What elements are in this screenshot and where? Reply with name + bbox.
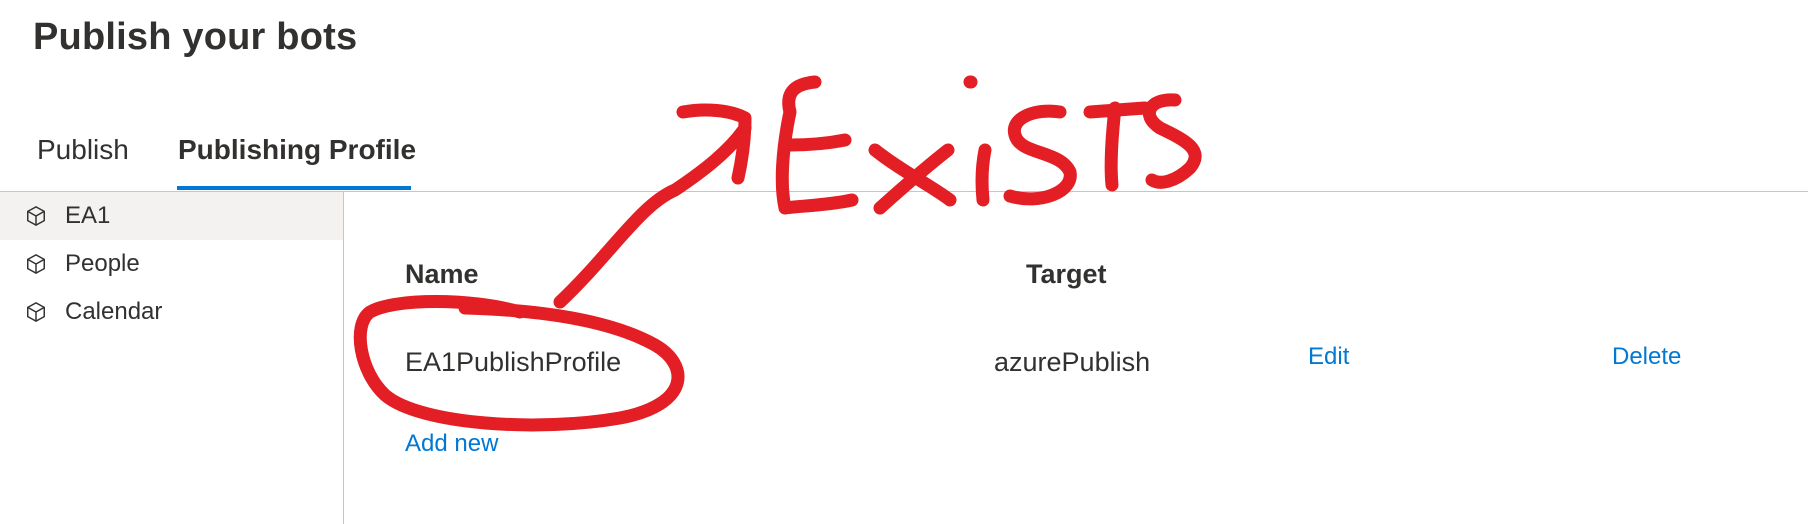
sidebar-item-calendar[interactable]: Calendar [0, 288, 343, 336]
profile-name-cell: EA1PublishProfile [405, 347, 622, 377]
tab-publish[interactable]: Publish [37, 120, 129, 190]
annotation-letter [963, 75, 992, 207]
annotation-letter [868, 143, 957, 215]
annotation-letter [1003, 104, 1077, 206]
sidebar: EA1 People Calendar [0, 192, 343, 524]
sidebar-item-label: EA1 [65, 202, 111, 229]
sidebar-item-people[interactable]: People [0, 240, 343, 288]
cube-icon [24, 300, 48, 324]
column-header-name: Name [405, 259, 479, 289]
annotation-letter [775, 75, 859, 215]
annotation-arrowhead [676, 103, 752, 185]
annotation-letter [1142, 93, 1202, 189]
edit-profile-link[interactable]: Edit [1308, 337, 1349, 377]
cube-icon [24, 252, 48, 276]
sidebar-item-label: Calendar [65, 298, 163, 325]
annotation-arrow [553, 121, 752, 309]
cube-icon [24, 204, 48, 228]
page-title: Publish your bots [33, 16, 358, 58]
sidebar-divider [343, 192, 344, 524]
add-new-profile-link[interactable]: Add new [405, 424, 498, 464]
delete-profile-link[interactable]: Delete [1612, 337, 1681, 377]
column-header-target: Target [1026, 259, 1107, 289]
annotation-letter [1083, 101, 1152, 192]
tab-selected-underline [177, 186, 411, 190]
sidebar-item-label: People [65, 250, 140, 277]
profile-target-cell: azurePublish [994, 347, 1151, 377]
tab-publishing-profile[interactable]: Publishing Profile [178, 120, 416, 190]
sidebar-item-ea1[interactable]: EA1 [0, 192, 343, 240]
